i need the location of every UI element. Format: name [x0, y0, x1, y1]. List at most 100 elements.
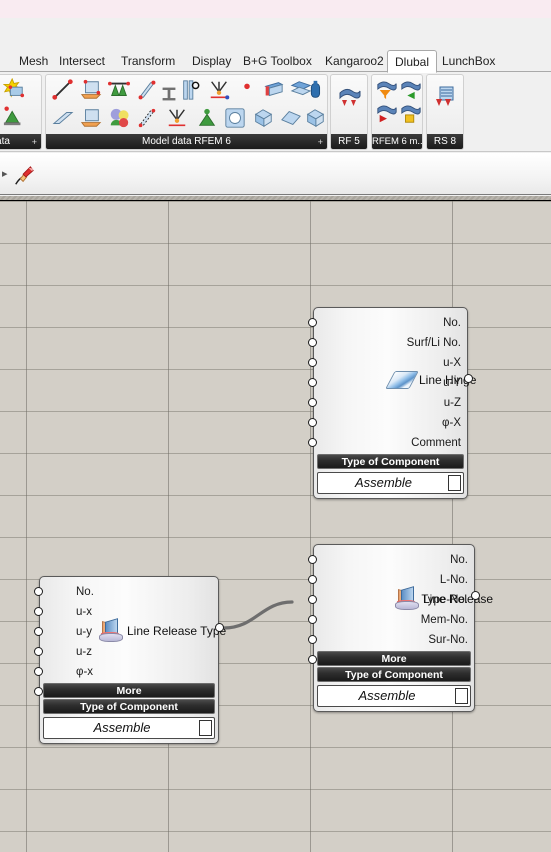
input-port-u-z[interactable] — [34, 647, 43, 656]
opening-icon — [225, 108, 245, 128]
secondary-toolbar: ▸ — [0, 153, 551, 195]
ribbon-group-label: Model data RFEM 6 — [46, 134, 327, 149]
param-label: Comment — [411, 437, 461, 449]
tab-mesh[interactable]: Mesh — [12, 51, 55, 72]
input-port-more[interactable] — [308, 655, 317, 664]
assemble-toggle-button[interactable] — [448, 475, 461, 491]
more-bar[interactable]: More — [317, 651, 471, 666]
input-port-type-no[interactable] — [308, 595, 317, 604]
pen-brush-icon[interactable] — [12, 165, 36, 187]
line-hinge-icon — [385, 371, 419, 389]
input-port-no[interactable] — [308, 318, 317, 327]
surface-icon — [80, 79, 102, 99]
ribbon-toolbar: ata + — [0, 72, 551, 152]
tab-b-g-toolbox[interactable]: B+G Toolbox — [236, 51, 319, 72]
line-hinge-icon-small — [183, 80, 200, 100]
component-name: Line Release Type — [127, 624, 227, 638]
tab-intersect[interactable]: Intersect — [52, 51, 112, 72]
toolbar-overflow-caret[interactable]: ▸ — [2, 167, 8, 180]
output-port-line-release-type[interactable] — [215, 623, 224, 632]
grasshopper-canvas[interactable]: No. Surf/Li No. u-X u-Y u-Z φ-X Comment … — [0, 196, 551, 852]
param-label: No. — [76, 586, 94, 598]
ribbon-tab-bar: Mesh Intersect Transform Display B+G Toolbox… — [0, 50, 551, 73]
assemble-toggle-button[interactable] — [199, 720, 212, 736]
ribbon-group-rfem6[interactable]: RFEM 6 m... — [371, 74, 423, 150]
param-label: u-X — [443, 357, 461, 369]
input-port-sur-no[interactable] — [308, 635, 317, 644]
input-port-surf-li-no[interactable] — [308, 338, 317, 347]
param-label: φ-x — [76, 666, 94, 678]
grasshopper-window: Mesh Intersect Transform Display B+G Toolbox… — [0, 0, 551, 852]
type-of-component-bar[interactable]: Type of Component — [317, 454, 464, 469]
ribbon-group-model-data[interactable]: Model data RFEM 6 + — [45, 74, 328, 150]
ribbon-group-rs8[interactable]: RS 8 — [426, 74, 464, 150]
output-port-line-release[interactable] — [471, 591, 480, 600]
line-release-type-icon — [98, 618, 123, 642]
tab-dlubal[interactable]: Dlubal — [387, 50, 438, 73]
input-port-u-y[interactable] — [308, 378, 317, 387]
type-of-component-bar[interactable]: Type of Component — [43, 699, 215, 714]
line-release-icon — [394, 586, 419, 610]
line-icon — [52, 79, 73, 100]
param-label: No. — [443, 317, 461, 329]
section-profile-icon — [264, 82, 284, 97]
tab-display[interactable]: Display — [185, 51, 238, 72]
input-port-no[interactable] — [308, 555, 317, 564]
star-surface-icon — [3, 78, 25, 98]
input-port-mem-no[interactable] — [308, 615, 317, 624]
param-label: u-x — [76, 606, 92, 618]
line-load-icon — [168, 109, 186, 127]
input-port-u-x[interactable] — [34, 607, 43, 616]
rfem-surface-icon — [339, 88, 361, 106]
tab-lunchbox[interactable]: LunchBox — [435, 51, 502, 72]
assemble-toggle-button[interactable] — [455, 688, 468, 704]
more-bar[interactable]: More — [43, 683, 215, 698]
input-port-phi-x[interactable] — [34, 667, 43, 676]
support-cone-icon — [198, 108, 216, 126]
group-expand-arrow[interactable]: + — [318, 137, 323, 147]
assemble-value-text: Assemble — [358, 688, 416, 703]
input-port-more[interactable] — [34, 687, 43, 696]
surface-orange-icon — [80, 109, 102, 127]
input-port-u-y[interactable] — [34, 627, 43, 636]
component-line-hinge[interactable]: No. Surf/Li No. u-X u-Y u-Z φ-X Comment … — [308, 307, 476, 499]
plane-icon — [281, 111, 301, 125]
input-port-comment[interactable] — [308, 438, 317, 447]
ribbon-group-label: RS 8 — [427, 134, 463, 149]
param-label: No. — [450, 554, 468, 566]
rfem-yellow-box-icon — [401, 105, 421, 123]
title-strip — [0, 0, 551, 18]
component-line-release[interactable]: No. L-No. Type-No. Mem-No. Sur-No. Line … — [308, 544, 493, 712]
assemble-value-text: Assemble — [354, 475, 413, 490]
input-port-phi-x[interactable] — [308, 418, 317, 427]
component-name: Line Release — [423, 592, 494, 606]
node-support-icon — [3, 106, 21, 126]
assemble-value-box[interactable]: Assemble — [317, 472, 464, 494]
param-label: Sur-No. — [428, 634, 468, 646]
line-solid-icon — [52, 112, 74, 124]
member-dashed-icon — [138, 108, 156, 128]
component-line-release-type[interactable]: No. u-x u-y u-z φ-x Line Release Type Mo… — [34, 576, 226, 744]
input-port-no[interactable] — [34, 587, 43, 596]
menu-gap-strip — [0, 18, 551, 50]
group-expand-arrow[interactable]: + — [32, 137, 37, 147]
connection-wire — [222, 600, 294, 630]
material-colors-icon — [110, 108, 129, 128]
rstab-list-icon — [436, 86, 454, 106]
tab-kangaroo2[interactable]: Kangaroo2 — [318, 51, 391, 72]
ribbon-group-basic-data[interactable]: ata + — [0, 74, 42, 150]
ribbon-group-rf5[interactable]: RF 5 — [330, 74, 368, 150]
param-label: Surf/Li No. — [406, 337, 461, 349]
section-I-icon — [162, 87, 176, 101]
type-of-component-bar[interactable]: Type of Component — [317, 667, 471, 682]
input-port-l-no[interactable] — [308, 575, 317, 584]
input-port-u-z[interactable] — [308, 398, 317, 407]
member-icon — [138, 80, 156, 100]
assemble-value-box[interactable]: Assemble — [43, 717, 215, 739]
input-port-u-x[interactable] — [308, 358, 317, 367]
output-port-line-hinge[interactable] — [464, 374, 473, 383]
assemble-value-box[interactable]: Assemble — [317, 685, 471, 707]
solid-cube-icon — [254, 109, 273, 128]
tab-transform[interactable]: Transform — [114, 51, 182, 72]
rfem-red-arrow-icon — [377, 105, 397, 123]
